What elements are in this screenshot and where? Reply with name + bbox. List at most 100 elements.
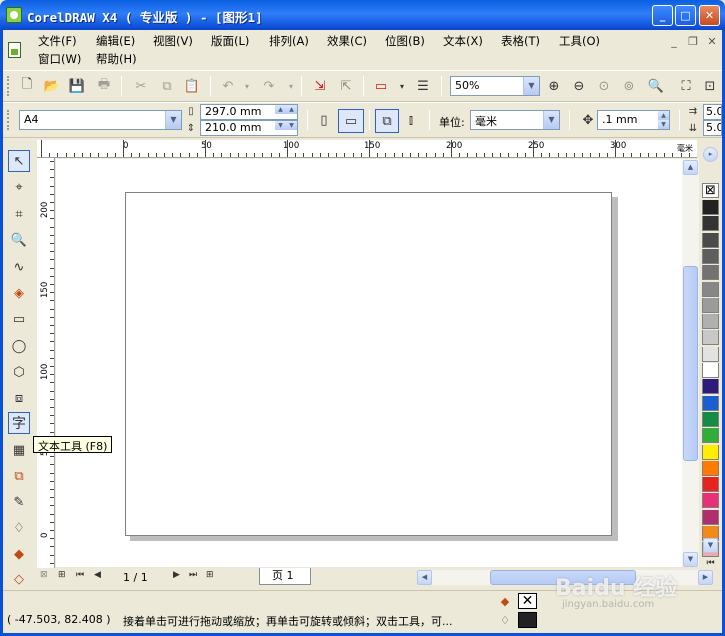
new-document-icon[interactable]: 🗋	[17, 76, 37, 96]
document-page[interactable]	[125, 192, 612, 536]
menu-window[interactable]: 窗口(W)	[38, 51, 81, 67]
spin-down-icon[interactable]: ▼	[658, 120, 669, 129]
cut-icon[interactable]: ✂	[131, 76, 151, 96]
coreldraw-app-icon[interactable]	[6, 7, 22, 23]
close-button[interactable]: ✕	[699, 5, 720, 26]
document-icon[interactable]	[8, 42, 21, 58]
color-swatch[interactable]	[702, 346, 719, 362]
zoom-out-icon[interactable]: ⊖	[569, 76, 589, 96]
color-swatch[interactable]	[702, 509, 719, 525]
pick-tool-icon[interactable]: ↖	[8, 150, 30, 172]
undo-icon[interactable]: ↶	[218, 76, 238, 96]
polygon-tool-icon[interactable]: ⬡	[8, 361, 30, 383]
maximize-button[interactable]: □	[675, 5, 696, 26]
freehand-tool-icon[interactable]: ∿	[8, 256, 30, 278]
page-width-input[interactable]: 297.0 mm ▲ ▲	[200, 104, 298, 120]
scroll-up-icon[interactable]: ▲	[683, 160, 698, 175]
chevron-down-icon[interactable]: ▼	[543, 111, 559, 129]
palette-expand-icon[interactable]: ⏮	[703, 555, 718, 570]
previous-page-icon[interactable]: ◀	[94, 570, 101, 580]
duplicate-x-input[interactable]: 5.0	[703, 104, 722, 120]
application-launcher-icon[interactable]: ▭	[371, 76, 391, 96]
last-page-icon[interactable]: ⏭	[189, 570, 197, 580]
page-height-input[interactable]: 210.0 mm ▼ ▼	[200, 120, 298, 136]
spin-down-icon[interactable]: ▼	[286, 121, 297, 130]
menu-tools[interactable]: 工具(O)	[559, 33, 600, 49]
color-swatch[interactable]	[702, 216, 719, 232]
zoom-tool-icon[interactable]: 🔍	[8, 229, 30, 251]
add-page-after-icon[interactable]: ⊞	[206, 570, 214, 580]
color-swatch[interactable]	[702, 248, 719, 264]
zoom-height-icon[interactable]: ⊡	[700, 76, 720, 96]
scroll-down-icon[interactable]: ▼	[683, 552, 698, 567]
vertical-scrollbar[interactable]: ▲ ▼	[682, 159, 699, 567]
basic-shapes-tool-icon[interactable]: ⧈	[8, 387, 30, 409]
rectangle-tool-icon[interactable]: ▭	[8, 308, 30, 330]
zoom-level-select[interactable]: 50% ▼	[450, 76, 540, 96]
text-tool-icon[interactable]: 字	[8, 412, 30, 434]
zoom-selected-icon[interactable]: ⊙	[594, 76, 614, 96]
spin-up-icon[interactable]: ▲	[658, 111, 669, 120]
landscape-orientation-icon[interactable]: ▭	[338, 109, 364, 133]
toolbar-grip[interactable]	[7, 76, 11, 96]
menu-arrange[interactable]: 排列(A)	[269, 33, 309, 49]
menu-text[interactable]: 文本(X)	[443, 33, 483, 49]
spin-up-icon[interactable]: ▲	[275, 105, 286, 114]
color-swatch[interactable]	[702, 297, 719, 313]
chevron-down-icon[interactable]: ▼	[523, 77, 539, 95]
chevron-down-icon[interactable]: ▼	[165, 111, 181, 129]
smart-fill-tool-icon[interactable]: ◈	[8, 282, 30, 304]
zoom-all-objects-icon[interactable]: ⊚	[619, 76, 639, 96]
crop-tool-icon[interactable]: ⌗	[8, 203, 30, 225]
color-swatch[interactable]	[702, 265, 719, 281]
palette-scroll-down-icon[interactable]: ▼	[703, 538, 718, 553]
page-tab[interactable]: 页 1	[259, 568, 311, 585]
color-swatch[interactable]	[702, 395, 719, 411]
vertical-ruler[interactable]: 200 150 100 50 0	[37, 158, 55, 568]
color-swatch[interactable]	[702, 477, 719, 493]
interactive-fill-tool-icon[interactable]: ◇	[8, 568, 30, 590]
save-icon[interactable]: 💾	[67, 76, 87, 96]
paper-type-select[interactable]: A4 ▼	[19, 110, 182, 130]
color-swatch[interactable]	[702, 314, 719, 330]
units-select[interactable]: 毫米 ▼	[470, 110, 560, 130]
ellipse-tool-icon[interactable]: ◯	[8, 335, 30, 357]
interactive-blend-tool-icon[interactable]: ⧉	[8, 465, 30, 487]
all-pages-icon[interactable]: ⧉	[375, 109, 399, 133]
color-swatch[interactable]	[702, 200, 719, 215]
menu-bitmaps[interactable]: 位图(B)	[385, 33, 425, 49]
add-page-before-icon[interactable]: ⊞	[58, 570, 66, 580]
ruler-corner-icon[interactable]: ⊠	[40, 570, 48, 580]
color-swatch[interactable]	[702, 363, 719, 378]
menu-view[interactable]: 视图(V)	[153, 33, 193, 49]
undo-dropdown-icon[interactable]: ▾	[237, 76, 257, 96]
outline-color-swatch[interactable]	[518, 612, 537, 628]
doc-close-button[interactable]: ✕	[704, 35, 720, 49]
color-swatch[interactable]	[702, 444, 719, 460]
color-swatch[interactable]	[702, 281, 719, 297]
eyedropper-tool-icon[interactable]: ✎	[8, 491, 30, 513]
outline-tool-icon[interactable]: ♢	[8, 517, 30, 539]
copy-icon[interactable]: ⧉	[157, 76, 177, 96]
redo-dropdown-icon[interactable]: ▾	[281, 76, 301, 96]
spin-down-icon[interactable]: ▼	[275, 121, 286, 130]
import-icon[interactable]: ⇲	[310, 76, 330, 96]
menu-table[interactable]: 表格(T)	[501, 33, 540, 49]
redo-icon[interactable]: ↷	[259, 76, 279, 96]
menu-layout[interactable]: 版面(L)	[211, 33, 249, 49]
open-folder-icon[interactable]: 📂	[42, 76, 62, 96]
horizontal-ruler[interactable]: 0 50 100 150 200 250 300	[37, 140, 697, 158]
menu-edit[interactable]: 编辑(E)	[96, 33, 135, 49]
color-swatch[interactable]	[702, 232, 719, 248]
doc-minimize-button[interactable]: _	[666, 35, 682, 49]
vertical-scroll-thumb[interactable]	[683, 266, 698, 461]
paste-icon[interactable]: 📋	[182, 76, 202, 96]
toolbar-grip[interactable]	[7, 110, 11, 130]
color-swatch[interactable]	[702, 493, 719, 509]
shape-tool-icon[interactable]: ⌖	[8, 176, 30, 198]
color-swatch[interactable]	[702, 411, 719, 427]
scroll-left-icon[interactable]: ◀	[417, 570, 432, 585]
launcher-dropdown-icon[interactable]: ▾	[392, 76, 412, 96]
first-page-icon[interactable]: ⏮	[76, 570, 84, 580]
menu-file[interactable]: 文件(F)	[38, 33, 77, 49]
